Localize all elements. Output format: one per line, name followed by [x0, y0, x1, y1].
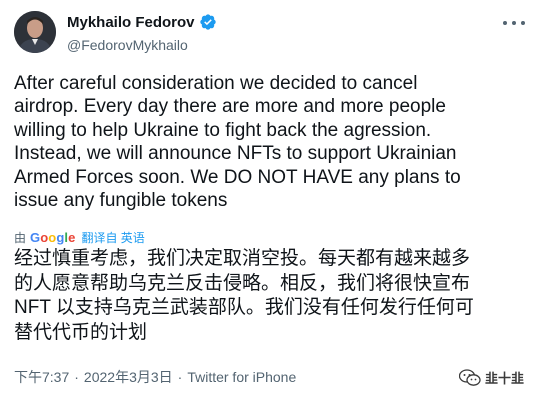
tweet-text: After careful consideration we decided t…	[14, 73, 461, 212]
meta-separator: ·	[74, 369, 79, 385]
avatar[interactable]	[14, 11, 56, 53]
translated-text: 经过慎重考虑，我们决定取消空投。每天都有越来越多 的人愿意帮助乌克兰反击侵略。相…	[14, 248, 474, 343]
meta-separator: ·	[177, 369, 183, 385]
more-dot	[512, 21, 516, 25]
author-handle[interactable]: @FedorovMykhailo	[67, 37, 188, 53]
google-logo: Google	[30, 230, 76, 245]
tweet-source[interactable]: Twitter for iPhone	[187, 369, 296, 385]
translate-source-link[interactable]: 翻译自 英语	[81, 229, 144, 246]
author-row: Mykhailo Fedorov	[67, 13, 217, 31]
verified-badge-icon	[199, 14, 216, 30]
watermark: 韭十韭	[458, 368, 524, 387]
translation-attribution: 由 Google 翻译自 英语	[14, 229, 145, 246]
author-name[interactable]: Mykhailo Fedorov	[67, 14, 195, 31]
tweet-time[interactable]: 下午7:37	[14, 367, 69, 387]
more-options-icon[interactable]	[503, 18, 525, 28]
watermark-text: 韭十韭	[484, 371, 524, 386]
more-dot	[503, 21, 507, 25]
avatar-image	[14, 11, 56, 53]
wechat-icon	[458, 368, 481, 386]
tweet-date[interactable]: 2022年3月3日	[84, 367, 173, 387]
more-dot	[521, 21, 525, 25]
tweet-meta: 下午7:37 · 2022年3月3日 · Twitter for iPhone	[14, 367, 296, 387]
translated-by-prefix: 由	[14, 231, 27, 245]
